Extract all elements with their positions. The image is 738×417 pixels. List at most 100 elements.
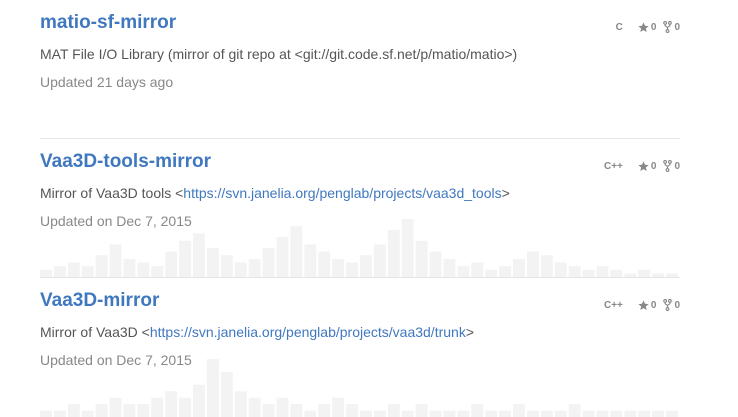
- activity-bar: [610, 269, 623, 277]
- activity-bar: [165, 251, 178, 277]
- activity-bar: [234, 391, 247, 417]
- activity-bar: [610, 410, 623, 417]
- description-link[interactable]: https://svn.janelia.org/penglab/projects…: [150, 324, 466, 340]
- star-count: 0: [650, 299, 657, 311]
- activity-bar: [304, 410, 317, 417]
- activity-bar: [248, 397, 261, 417]
- repo-list: matio-sf-mirror C 0 0 MAT File I/O Libra…: [40, 0, 680, 417]
- forks-link[interactable]: 0: [663, 160, 680, 172]
- activity-bar: [40, 410, 52, 417]
- activity-bar: [234, 262, 247, 277]
- activity-bar: [554, 410, 567, 417]
- activity-bar: [109, 397, 122, 417]
- activity-bar: [485, 410, 498, 417]
- activity-bar: [652, 410, 665, 417]
- repo-item: Vaa3D-mirror C++ 0 0 Mirror of Vaa3D <ht…: [40, 278, 680, 417]
- activity-bar: [429, 410, 442, 417]
- repo-updated: Updated on Dec 7, 2015: [40, 213, 192, 229]
- activity-bar: [151, 266, 164, 277]
- activity-bar: [220, 371, 233, 417]
- repo-stats: C++ 0 0: [604, 299, 680, 311]
- star-icon: [638, 299, 649, 310]
- activity-bar: [304, 244, 317, 277]
- star-count: 0: [650, 21, 657, 33]
- activity-bar: [582, 269, 595, 277]
- activity-bar: [290, 226, 303, 277]
- repo-description: Mirror of Vaa3D <https://svn.janelia.org…: [40, 324, 474, 340]
- star-count: 0: [650, 160, 657, 172]
- repo-description: MAT File I/O Library (mirror of git repo…: [40, 46, 518, 62]
- fork-count: 0: [674, 160, 680, 172]
- description-suffix: >: [465, 324, 475, 340]
- fork-count: 0: [674, 299, 680, 311]
- activity-bar: [624, 273, 637, 277]
- stargazers-link[interactable]: 0: [638, 299, 657, 311]
- fork-icon: [663, 299, 673, 311]
- activity-bar: [666, 410, 678, 417]
- activity-bar: [123, 258, 136, 277]
- fork-count: 0: [674, 21, 680, 33]
- activity-bar: [471, 262, 484, 277]
- activity-bar: [53, 266, 66, 277]
- forks-link[interactable]: 0: [663, 299, 680, 311]
- fork-icon: [663, 21, 673, 33]
- activity-bar: [332, 397, 345, 417]
- activity-bar: [318, 251, 331, 277]
- activity-bar: [373, 410, 386, 417]
- activity-bar: [624, 410, 637, 417]
- activity-bar: [262, 248, 275, 277]
- stargazers-link[interactable]: 0: [638, 160, 657, 172]
- activity-bar: [443, 410, 456, 417]
- activity-bar: [332, 258, 345, 277]
- repo-item: Vaa3D-tools-mirror C++ 0 0 Mirror of Vaa…: [40, 139, 680, 278]
- repo-name-link[interactable]: Vaa3D-mirror: [40, 290, 159, 312]
- activity-bar: [95, 255, 108, 277]
- activity-bar: [346, 262, 358, 277]
- repo-item: matio-sf-mirror C 0 0 MAT File I/O Libra…: [40, 0, 680, 139]
- repo-updated: Updated on Dec 7, 2015: [40, 352, 192, 368]
- activity-bar: [387, 229, 400, 277]
- activity-bar: [638, 269, 651, 277]
- activity-bar: [457, 410, 470, 417]
- activity-bar: [206, 248, 219, 277]
- repo-updated: Updated 21 days ago: [40, 74, 174, 90]
- activity-bar: [429, 251, 442, 277]
- repo-name-link[interactable]: Vaa3D-tools-mirror: [40, 151, 211, 173]
- activity-bar: [540, 410, 553, 417]
- activity-bar: [401, 410, 414, 417]
- activity-bar: [513, 258, 525, 277]
- activity-bar: [179, 397, 192, 417]
- activity-bar: [151, 397, 164, 417]
- activity-bar: [499, 266, 512, 277]
- description-link[interactable]: https://svn.janelia.org/penglab/projects…: [183, 185, 501, 201]
- activity-bar: [666, 273, 678, 277]
- repo-name-link[interactable]: matio-sf-mirror: [40, 12, 176, 34]
- forks-link[interactable]: 0: [663, 21, 680, 33]
- activity-bar: [582, 410, 595, 417]
- activity-bar: [81, 410, 94, 417]
- stargazers-link[interactable]: 0: [638, 21, 657, 33]
- activity-bar: [206, 359, 219, 417]
- repo-language: C++: [603, 160, 623, 172]
- activity-bar: [248, 258, 261, 277]
- activity-bar: [485, 269, 498, 277]
- activity-bar: [499, 410, 512, 417]
- activity-bar: [360, 410, 372, 417]
- activity-bar: [179, 240, 192, 277]
- activity-bar: [165, 391, 178, 417]
- repo-stats: C++ 0 0: [604, 160, 680, 172]
- activity-bar: [526, 410, 539, 417]
- activity-bar: [526, 251, 539, 277]
- activity-bar: [457, 266, 470, 277]
- activity-bar: [137, 262, 150, 277]
- activity-bar: [193, 233, 205, 277]
- description-text: Mirror of Vaa3D tools <: [40, 185, 184, 201]
- description-suffix: >: [501, 185, 510, 201]
- activity-bar: [276, 397, 289, 417]
- activity-bar: [193, 384, 205, 417]
- fork-icon: [663, 160, 673, 172]
- star-icon: [638, 21, 649, 32]
- activity-bar: [53, 410, 66, 417]
- repo-language: C: [615, 21, 623, 33]
- activity-bar: [220, 255, 233, 277]
